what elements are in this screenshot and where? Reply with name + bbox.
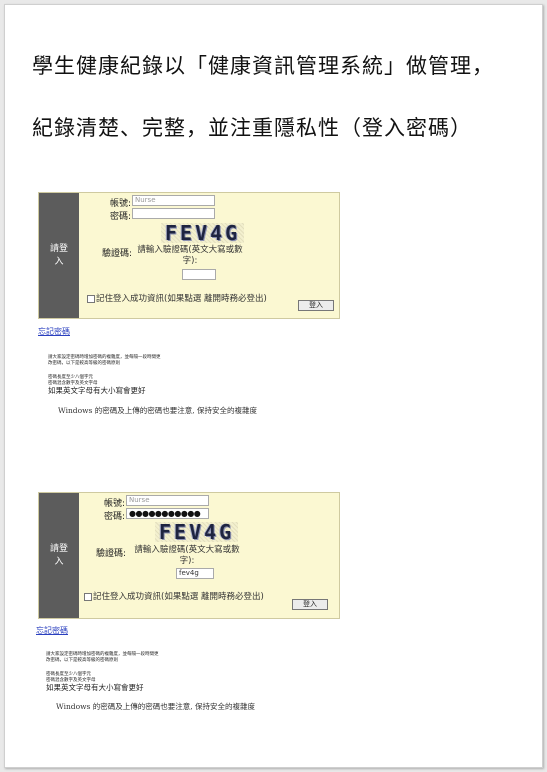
verify-input[interactable]: fev4g [176, 568, 214, 579]
account-label: 帳號: [103, 499, 125, 509]
login-button[interactable]: 登入 [298, 300, 334, 311]
tip-line-1: 請大家設定密碼時增加密碼的複雜度，並每隔一段時間更 [46, 652, 159, 657]
login-side-label: 請登入 [39, 493, 79, 618]
tip-line-2: 改密碼，以下是較高等級的密碼原則 [48, 361, 120, 366]
verify-label: 驗證碼: [95, 549, 126, 559]
heading-line-1: 學生健康紀錄以「健康資訊管理系統」做管理， [32, 54, 494, 78]
forgot-password-link[interactable]: 忘記密碼 [38, 326, 70, 337]
remember-checkbox[interactable] [87, 294, 95, 303]
tip-line-3: 密碼長度至少八個字元 [48, 375, 93, 380]
tip-line-1: 請大家設定密碼時增加密碼的複雜度，並每隔一段時間更 [48, 355, 161, 360]
tip-line-3: 密碼長度至少八個字元 [46, 672, 91, 677]
tip-line-5: 如果英文字母有大小寫會更好 [46, 683, 144, 692]
account-label: 帳號: [109, 199, 131, 209]
verify-label: 驗證碼: [101, 249, 132, 259]
password-label: 密碼: [109, 212, 131, 222]
login-side-label: 請登入 [39, 193, 79, 318]
tip-line-5: 如果英文字母有大小寫會更好 [48, 386, 146, 395]
account-input[interactable]: Nurse [132, 195, 215, 206]
password-input[interactable] [132, 208, 215, 219]
verify-hint: 請輸入驗證碼(英文大寫或數字): [134, 545, 240, 566]
account-input[interactable]: Nurse [126, 495, 209, 506]
login-panel-2: 請登入 帳號: Nurse 密碼: ●●●●●●●●●●● FEV4G 驗證碼:… [38, 492, 340, 619]
verify-hint: 請輸入驗證碼(英文大寫或數字): [137, 245, 243, 266]
tip-line-6: Windows 的密碼及上傳的密碼也要注意, 保持安全的複雜度 [56, 702, 256, 711]
heading-line-2: 紀錄清楚、完整，並注重隱私性（登入密碼） [32, 116, 472, 140]
tip-line-6: Windows 的密碼及上傳的密碼也要注意, 保持安全的複雜度 [58, 406, 258, 415]
remember-checkbox[interactable] [84, 592, 92, 601]
captcha-image: FEV4G [155, 522, 239, 542]
remember-option[interactable]: 記住登入成功資訊(如果點選 離開時務必登出) [87, 294, 295, 305]
password-label: 密碼: [103, 512, 125, 522]
login-button[interactable]: 登入 [292, 599, 328, 610]
captcha-image: FEV4G [161, 223, 245, 243]
forgot-password-link[interactable]: 忘記密碼 [36, 625, 68, 636]
login-panel-1: 請登入 帳號: Nurse 密碼: FEV4G 驗證碼: 請輸入驗證碼(英文大寫… [38, 192, 340, 319]
remember-option[interactable]: 記住登入成功資訊(如果點選 離開時務必登出) [84, 592, 289, 603]
tip-line-2: 改密碼，以下是較高等級的密碼原則 [46, 658, 118, 663]
verify-input[interactable] [182, 269, 216, 280]
password-input[interactable]: ●●●●●●●●●●● [126, 508, 209, 519]
